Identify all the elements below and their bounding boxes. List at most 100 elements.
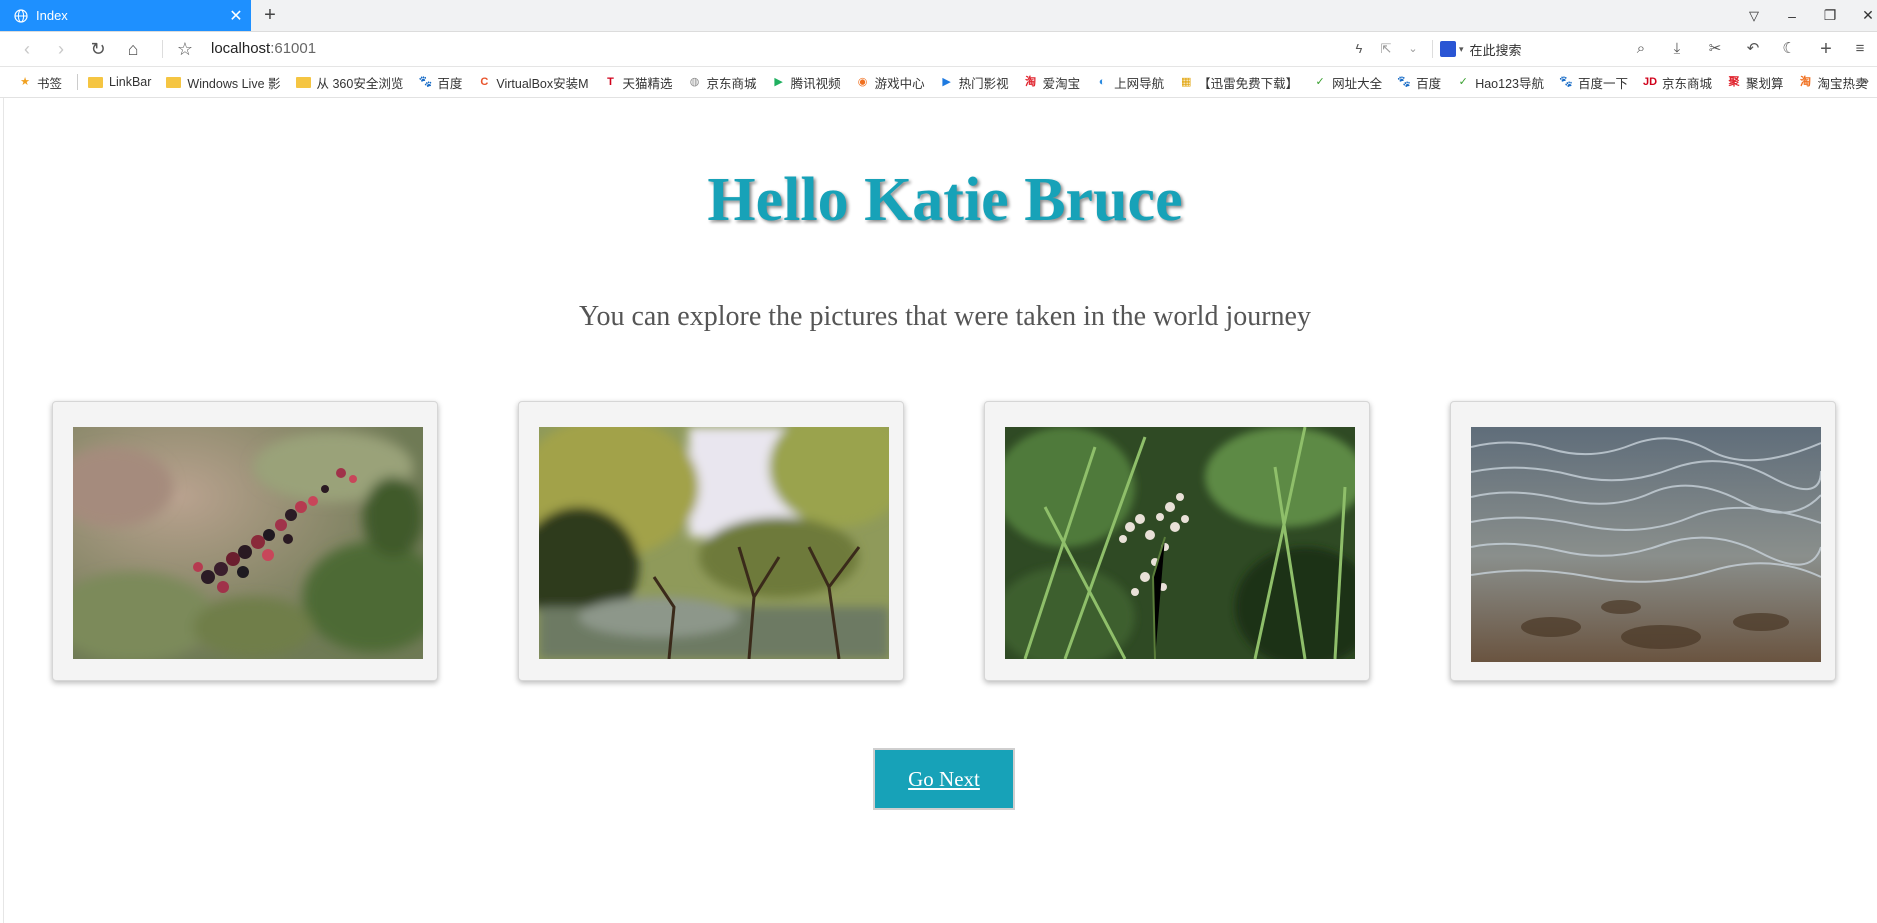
gamepad-icon: ◉ <box>857 76 868 88</box>
skin-icon[interactable]: ▽ <box>1735 8 1773 24</box>
flash-icon[interactable]: ϟ <box>1349 38 1369 60</box>
url-host: localhost <box>211 40 271 57</box>
page-subtitle: You can explore the pictures that were t… <box>579 301 1311 332</box>
bookmark-label: 百度一下 <box>1577 76 1628 91</box>
tmall-icon: T <box>607 76 614 88</box>
bookmark-item[interactable]: JD 京东商城 <box>1643 73 1712 92</box>
bookmark-item[interactable]: 淘淘宝热卖 <box>1799 73 1868 92</box>
bookmark-label: LinkBar <box>109 75 152 89</box>
bookmark-label: 聚划算 <box>1746 76 1784 91</box>
dropdown-chevron-icon[interactable]: ⌄ <box>1403 38 1423 60</box>
tab-close-icon[interactable]: ✕ <box>221 6 251 26</box>
hao-icon: ✓ <box>1458 76 1468 88</box>
bookmark-label: 腾讯视频 <box>790 76 841 91</box>
orchard-photo <box>539 427 889 659</box>
bookmark-label: 网址大全 <box>1332 76 1383 91</box>
search-placeholder: 在此搜索 <box>1469 42 1522 58</box>
download-icon[interactable]: ⤓ <box>1665 38 1689 60</box>
window-controls: ▽ – ❐ ✕ <box>1735 0 1877 31</box>
search-box[interactable]: ▾ 在此搜索 <box>1440 37 1655 61</box>
baidu-paw-icon: 🐾 <box>418 76 433 88</box>
bookmark-item[interactable]: C VirtualBox安装M <box>477 73 588 92</box>
photo-card-water[interactable] <box>1450 401 1836 681</box>
bookmark-item[interactable]: ▶ 热门影视 <box>940 73 1008 92</box>
baidu-engine-icon[interactable] <box>1440 41 1456 57</box>
bookmark-item[interactable]: LinkBar <box>88 75 151 89</box>
baidu-paw-icon: 🐾 <box>1397 76 1412 88</box>
bookmark-item[interactable]: T 天猫精选 <box>604 73 673 92</box>
engine-chevron-icon[interactable]: ▾ <box>1459 44 1464 55</box>
bookmark-label: 游戏中心 <box>874 76 925 91</box>
active-tab[interactable]: Index ✕ <box>0 0 251 31</box>
new-tab-button[interactable]: + <box>258 3 282 27</box>
back-icon[interactable]: ‹ <box>14 36 40 62</box>
bookmark-label: Windows Live 影 <box>187 76 281 91</box>
tab-strip: Index ✕ + ▽ – ❐ ✕ <box>0 0 1877 32</box>
c-icon: C <box>480 76 489 88</box>
video-icon: ▶ <box>942 76 951 88</box>
bookmark-label: 爱淘宝 <box>1042 76 1081 91</box>
play-icon: ▶ <box>774 76 783 88</box>
bookmark-item[interactable]: 🐾 百度 <box>1397 73 1441 92</box>
photo-card-orchard[interactable] <box>518 401 904 681</box>
page-content: Hello Katie Bruce You can explore the pi… <box>0 98 1877 923</box>
taobao-icon: 淘 <box>1800 76 1812 88</box>
bookmark-label: VirtualBox安装M <box>496 76 589 91</box>
bookmark-item[interactable]: 🐾 百度一下 <box>1559 73 1628 92</box>
bookmark-item[interactable]: 从 360安全浏览 <box>295 73 403 92</box>
bookmark-label: 书签 <box>37 76 63 91</box>
bookmark-item[interactable]: Windows Live 影 <box>166 73 281 92</box>
close-window-icon[interactable]: ✕ <box>1849 7 1877 24</box>
photo-card-wildflowers[interactable] <box>984 401 1370 681</box>
minimize-icon[interactable]: – <box>1773 8 1811 24</box>
divider <box>1432 40 1433 58</box>
photo-card-blackberries[interactable] <box>52 401 438 681</box>
bookmark-star-icon[interactable]: ☆ <box>172 36 198 62</box>
bookmark-label: 百度 <box>437 76 463 91</box>
bookmarks-bar: ★ 书签 LinkBar Windows Live 影 从 360安全浏览 🐾 百度 C Vir… <box>0 67 1877 98</box>
bookmark-label: 京东商城 <box>1662 76 1713 91</box>
bookmark-label: 天猫精选 <box>622 76 673 91</box>
menu-icon[interactable]: ≡ <box>1848 38 1872 60</box>
baidu-paw-icon: 🐾 <box>1559 76 1573 88</box>
bookmark-item[interactable]: ▶ 腾讯视频 <box>772 73 841 92</box>
plus-icon[interactable]: + <box>1814 38 1838 60</box>
bookmark-item[interactable]: ★ 书签 <box>18 73 62 92</box>
bookmark-label: 上网导航 <box>1114 76 1165 91</box>
bookmark-divider <box>77 74 79 90</box>
bookmark-item[interactable]: ✓ 网址大全 <box>1313 73 1383 92</box>
restore-icon[interactable]: ❐ <box>1811 7 1849 24</box>
bookmark-item[interactable]: ▦ 【迅雷免费下载】 <box>1179 73 1298 92</box>
bookmark-item[interactable]: 淘爱淘宝 <box>1024 73 1081 92</box>
bookmark-item[interactable]: ◉ 游戏中心 <box>856 73 925 92</box>
taobao-icon: 淘 <box>1025 76 1037 88</box>
folder-icon <box>166 76 182 88</box>
address-bar[interactable]: localhost:61001 <box>211 40 316 57</box>
bookmark-label: 京东商城 <box>706 76 757 91</box>
bookmark-item[interactable]: ◍ 京东商城 <box>688 73 757 92</box>
grid-icon: ▦ <box>1180 76 1192 88</box>
bookmark-item[interactable]: ✓ Hao123导航 <box>1456 73 1544 92</box>
bookmark-item[interactable]: 聚聚划算 <box>1727 73 1784 92</box>
screenshot-scissors-icon[interactable]: ✂ <box>1700 38 1730 60</box>
go-next-button[interactable]: Go Next <box>873 748 1015 810</box>
more-bookmarks-icon[interactable]: » <box>1861 72 1869 88</box>
blackberries-photo <box>73 427 423 659</box>
home-icon[interactable]: ⌂ <box>120 36 146 62</box>
night-mode-icon[interactable]: ☾ <box>1777 38 1801 60</box>
hao-icon: ✓ <box>1315 76 1325 88</box>
forward-icon[interactable]: › <box>48 36 74 62</box>
folder-icon <box>88 76 104 88</box>
share-icon[interactable]: ⇱ <box>1376 38 1396 60</box>
bookmark-label: 百度 <box>1416 76 1442 91</box>
globe-icon <box>14 8 28 23</box>
bookmark-item[interactable]: 🐾 百度 <box>418 73 462 92</box>
reload-icon[interactable]: ↻ <box>85 36 111 62</box>
jd-icon: JD <box>1643 76 1658 88</box>
url-port: :61001 <box>270 40 317 57</box>
globe-icon: ◍ <box>689 76 700 88</box>
bookmark-label: 【迅雷免费下载】 <box>1198 76 1299 91</box>
bookmark-item[interactable]: ◐ 上网导航 <box>1095 73 1164 92</box>
search-icon[interactable]: ⌕ <box>1631 38 1651 60</box>
undo-icon[interactable]: ↶ <box>1738 38 1768 60</box>
